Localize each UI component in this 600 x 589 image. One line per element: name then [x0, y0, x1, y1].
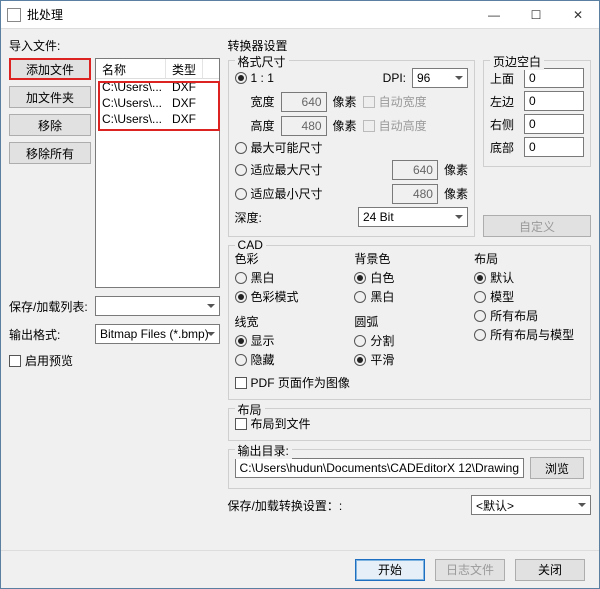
- list-item: C:\Users\...DXF: [96, 95, 219, 111]
- browse-button[interactable]: 浏览: [530, 457, 584, 479]
- close-dialog-button[interactable]: 关闭: [515, 559, 585, 581]
- fit-min-input[interactable]: 480: [392, 184, 438, 204]
- outdir-input[interactable]: C:\Users\hudun\Documents\CADEditorX 12\D…: [235, 458, 524, 478]
- margin-bottom-input[interactable]: 0: [524, 137, 584, 157]
- layout-model-radio[interactable]: 模型: [474, 288, 584, 305]
- color-mode-radio[interactable]: 色彩模式: [235, 288, 345, 305]
- layout-default-radio[interactable]: 默认: [474, 269, 584, 286]
- auto-width-checkbox: 自动宽度: [363, 93, 427, 110]
- log-button[interactable]: 日志文件: [435, 559, 505, 581]
- layout2-group-title: 布局: [235, 401, 265, 418]
- dpi-label: DPI:: [383, 71, 406, 85]
- pdf-as-image-checkbox[interactable]: PDF 页面作为图像: [235, 374, 584, 391]
- remove-all-button[interactable]: 移除所有: [9, 142, 91, 164]
- format-group-title: 格式尺寸: [235, 53, 289, 70]
- add-folder-button[interactable]: 加文件夹: [9, 86, 91, 108]
- import-label: 导入文件:: [9, 37, 220, 54]
- add-file-button[interactable]: 添加文件: [9, 58, 91, 80]
- layout-all-radio[interactable]: 所有布局: [474, 307, 584, 324]
- app-icon: [7, 8, 21, 22]
- close-button[interactable]: ✕: [557, 1, 599, 28]
- margin-group-title: 页边空白: [490, 53, 544, 70]
- file-list[interactable]: 名称 类型 C:\Users\...DXF C:\Users\...DXF C:…: [95, 58, 220, 288]
- custom-button[interactable]: 自定义: [483, 215, 591, 237]
- dpi-select[interactable]: 96: [412, 68, 468, 88]
- color-bw-radio[interactable]: 黑白: [235, 269, 345, 286]
- list-item: C:\Users\...DXF: [96, 111, 219, 127]
- list-item: C:\Users\...DXF: [96, 79, 219, 95]
- output-format-select[interactable]: Bitmap Files (*.bmp): [95, 324, 220, 344]
- fit-min-radio[interactable]: 适应最小尺寸: [235, 185, 323, 202]
- margin-top-input[interactable]: 0: [524, 68, 584, 88]
- window-title: 批处理: [27, 6, 473, 23]
- maximize-button[interactable]: ☐: [515, 1, 557, 28]
- start-button[interactable]: 开始: [355, 559, 425, 581]
- layout-to-file-checkbox[interactable]: 布局到文件: [235, 415, 584, 432]
- converter-title: 转换器设置: [228, 37, 591, 54]
- height-input[interactable]: 480: [281, 116, 327, 136]
- save-list-label: 保存/加载列表:: [9, 298, 91, 315]
- depth-select[interactable]: 24 Bit: [358, 207, 468, 227]
- fit-max-radio[interactable]: 适应最大尺寸: [235, 161, 323, 178]
- line-show-radio[interactable]: 显示: [235, 332, 345, 349]
- depth-label: 深度:: [235, 209, 262, 226]
- cad-group-title: CAD: [235, 238, 266, 252]
- bg-white-radio[interactable]: 白色: [354, 269, 464, 286]
- col-name[interactable]: 名称: [96, 59, 166, 78]
- enable-preview-checkbox[interactable]: 启用预览: [9, 352, 220, 369]
- arc-split-radio[interactable]: 分割: [354, 332, 464, 349]
- remove-button[interactable]: 移除: [9, 114, 91, 136]
- bg-black-radio[interactable]: 黑白: [354, 288, 464, 305]
- margin-left-input[interactable]: 0: [524, 91, 584, 111]
- minimize-button[interactable]: —: [473, 1, 515, 28]
- layout-allm-radio[interactable]: 所有布局与模型: [474, 326, 584, 343]
- arc-smooth-radio[interactable]: 平滑: [354, 351, 464, 368]
- save-conv-select[interactable]: <默认>: [471, 495, 591, 515]
- max-size-radio[interactable]: 最大可能尺寸: [235, 139, 468, 156]
- width-input[interactable]: 640: [281, 92, 327, 112]
- line-hide-radio[interactable]: 隐藏: [235, 351, 345, 368]
- margin-right-input[interactable]: 0: [524, 114, 584, 134]
- auto-height-checkbox: 自动高度: [363, 117, 427, 134]
- fit-max-input[interactable]: 640: [392, 160, 438, 180]
- save-conv-label: 保存/加载转换设置：:: [228, 497, 343, 514]
- ratio-1-1-radio[interactable]: 1 : 1: [235, 71, 274, 85]
- col-type[interactable]: 类型: [166, 59, 203, 78]
- save-list-select[interactable]: [95, 296, 220, 316]
- outdir-label: 输出目录:: [235, 442, 292, 459]
- output-format-label: 输出格式:: [9, 326, 91, 343]
